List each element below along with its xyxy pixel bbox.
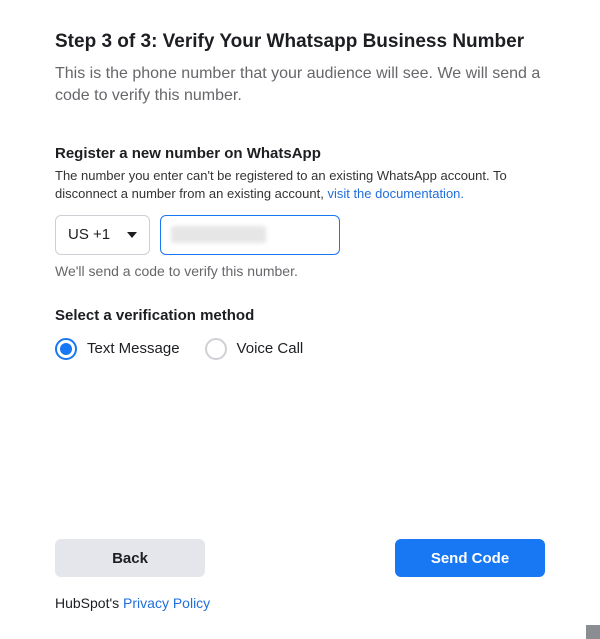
step-subtitle: This is the phone number that your audie… (55, 63, 545, 108)
radio-icon (55, 338, 77, 360)
verification-options: Text Message Voice Call (55, 338, 545, 360)
privacy-line: HubSpot's Privacy Policy (55, 595, 545, 611)
chevron-down-icon (127, 232, 137, 238)
send-code-button[interactable]: Send Code (395, 539, 545, 577)
phone-number-input[interactable] (160, 215, 340, 255)
register-label: Register a new number on WhatsApp (55, 145, 545, 162)
privacy-policy-link[interactable]: Privacy Policy (123, 595, 210, 611)
radio-option-voice-call[interactable]: Voice Call (205, 338, 304, 360)
radio-icon (205, 338, 227, 360)
register-description: The number you enter can't be registered… (55, 167, 545, 202)
verification-label: Select a verification method (55, 307, 545, 324)
button-row: Back Send Code (55, 539, 545, 577)
radio-option-text-message[interactable]: Text Message (55, 338, 180, 360)
radio-label: Text Message (87, 340, 180, 357)
phone-helper-text: We'll send a code to verify this number. (55, 263, 545, 279)
resize-handle-icon (586, 625, 600, 639)
country-code-value: US +1 (68, 226, 110, 243)
phone-row: US +1 (55, 215, 545, 255)
footer: Back Send Code HubSpot's Privacy Policy (55, 539, 545, 611)
privacy-prefix: HubSpot's (55, 595, 123, 611)
radio-label: Voice Call (237, 340, 304, 357)
step-title: Step 3 of 3: Verify Your Whatsapp Busine… (55, 30, 545, 55)
back-button[interactable]: Back (55, 539, 205, 577)
visit-documentation-link[interactable]: visit the documentation. (327, 186, 464, 201)
redacted-placeholder (171, 226, 266, 243)
country-code-select[interactable]: US +1 (55, 215, 150, 255)
